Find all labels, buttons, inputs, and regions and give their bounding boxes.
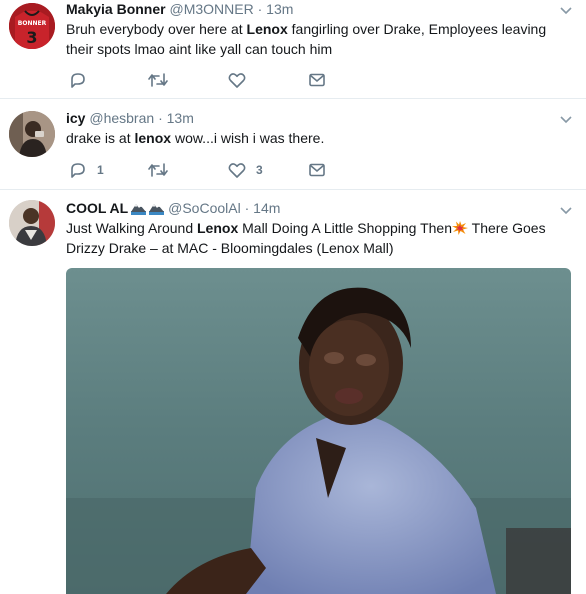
tweet-header: Makyia Bonner @M3ONNER · 13m (66, 0, 293, 18)
collision-icon (452, 221, 469, 235)
avatar[interactable] (9, 200, 55, 246)
jersey-image: BONNER 3 (9, 3, 55, 49)
avatar[interactable] (9, 111, 55, 157)
direct-message-button[interactable] (308, 160, 326, 180)
svg-text:3: 3 (26, 28, 37, 47)
separator: · (257, 1, 263, 17)
reply-count: 1 (97, 163, 104, 177)
caret-down-icon[interactable] (560, 113, 572, 125)
highlighted-keyword: Lenox (246, 21, 288, 37)
timestamp[interactable]: 13m (167, 110, 194, 126)
like-button[interactable]: 3 (228, 160, 263, 180)
tweet-actions: 1 3 (66, 160, 366, 180)
caret-down-icon[interactable] (560, 4, 572, 16)
tweet-header: COOL AL @SoCoolAl · 14m (66, 199, 280, 217)
like-button[interactable] (228, 70, 256, 90)
avatar-photo (9, 111, 55, 157)
tweet-item[interactable]: icy @hesbran · 13m drake is at lenox wow… (0, 98, 586, 190)
reply-button[interactable]: 1 (69, 160, 104, 180)
display-name[interactable]: Makyia Bonner (66, 1, 166, 17)
separator: · (244, 200, 250, 216)
mountain-icon (131, 204, 147, 215)
tweet-media-video[interactable] (66, 268, 571, 594)
direct-message-icon (309, 73, 325, 87)
retweet-button[interactable] (148, 70, 178, 90)
retweet-icon (148, 163, 168, 177)
tweet-item[interactable]: BONNER 3 Makyia Bonner @M3ONNER · 13m Br… (0, 0, 586, 99)
reply-icon (71, 73, 85, 88)
video-still-image (66, 268, 571, 594)
avatar-photo (9, 200, 55, 246)
reply-icon (71, 163, 85, 178)
direct-message-icon (309, 163, 325, 177)
mountain-icon (149, 204, 165, 215)
tweet-text: drake is at lenox wow...i wish i was the… (66, 130, 325, 146)
location-text[interactable]: – at MAC - Bloomingdales (Lenox Mall) (150, 240, 394, 256)
highlighted-keyword: lenox (134, 130, 172, 146)
tweet-header: icy @hesbran · 13m (66, 109, 194, 127)
username[interactable]: @SoCoolAl (168, 200, 241, 216)
username[interactable]: @M3ONNER (169, 1, 253, 17)
caret-down-icon[interactable] (560, 204, 572, 216)
separator: · (158, 110, 163, 126)
username[interactable]: @hesbran (89, 110, 154, 126)
like-icon (228, 163, 246, 178)
retweet-icon (148, 73, 168, 87)
tweet-item[interactable]: COOL AL @SoCoolAl · 14m Just Walking Aro… (0, 189, 586, 594)
timestamp[interactable]: 14m (253, 200, 280, 216)
direct-message-button[interactable] (308, 70, 326, 90)
display-name[interactable]: COOL AL (66, 200, 128, 216)
display-name[interactable]: icy (66, 110, 85, 126)
svg-text:BONNER: BONNER (18, 20, 47, 27)
tweet-actions (66, 70, 366, 90)
tweet-text: Bruh everybody over here at Lenox fangir… (66, 21, 547, 57)
avatar[interactable]: BONNER 3 (9, 3, 55, 49)
highlighted-keyword: Lenox (197, 220, 239, 236)
like-count: 3 (256, 163, 263, 177)
retweet-button[interactable] (148, 160, 178, 180)
tweet-text: Just Walking Around Lenox Mall Doing A L… (66, 220, 546, 256)
like-icon (228, 73, 246, 88)
reply-button[interactable] (69, 70, 97, 90)
timestamp[interactable]: 13m (266, 1, 293, 17)
